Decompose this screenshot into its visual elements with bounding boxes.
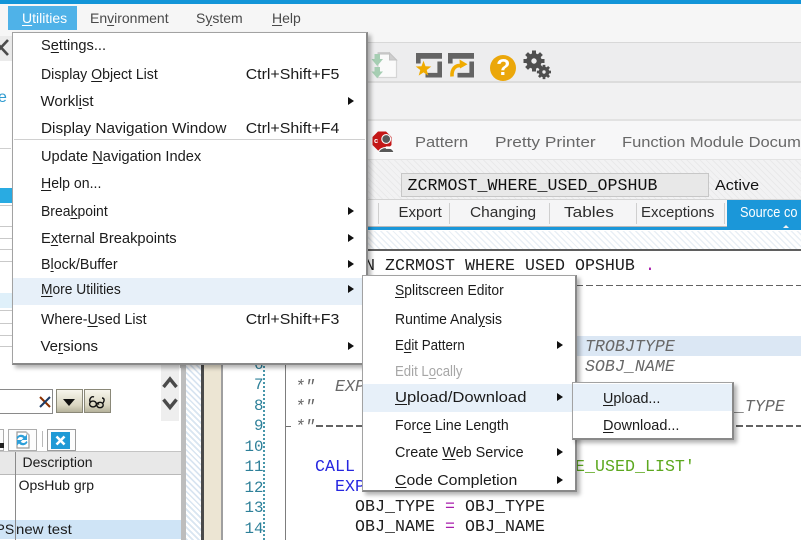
svg-text:c: c (374, 136, 378, 145)
